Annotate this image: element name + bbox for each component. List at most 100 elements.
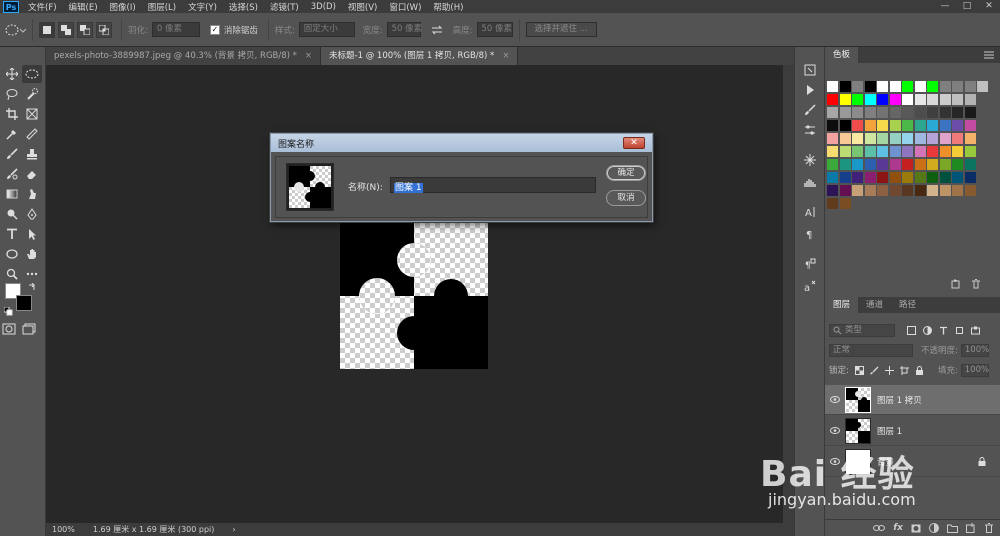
tab-pexels-photo[interactable]: pexels-photo-3889987.jpeg @ 40.3% (背景 拷贝… bbox=[46, 47, 322, 65]
color-swatch[interactable] bbox=[889, 159, 901, 170]
character-icon[interactable]: A bbox=[800, 203, 820, 221]
stamp-tool-icon[interactable] bbox=[22, 145, 42, 163]
color-swatch[interactable] bbox=[902, 120, 913, 131]
color-swatch[interactable] bbox=[877, 133, 888, 144]
background-color-swatch[interactable] bbox=[16, 295, 32, 311]
adjustments-icon[interactable] bbox=[800, 121, 820, 139]
color-swatch[interactable] bbox=[964, 81, 976, 92]
glyphs-icon[interactable]: a bbox=[800, 277, 820, 295]
asterisk-icon[interactable] bbox=[800, 151, 820, 169]
color-swatch[interactable] bbox=[914, 146, 926, 157]
color-swatch[interactable] bbox=[827, 107, 838, 118]
color-swatch[interactable] bbox=[927, 81, 938, 92]
color-swatch[interactable] bbox=[889, 94, 901, 105]
color-swatch[interactable] bbox=[864, 172, 876, 183]
color-swatch[interactable] bbox=[914, 185, 926, 196]
layer-kind-filter[interactable]: 类型 bbox=[829, 323, 895, 337]
close-tab-icon[interactable]: × bbox=[305, 51, 312, 61]
color-swatch[interactable] bbox=[939, 107, 951, 118]
group-icon[interactable] bbox=[947, 524, 958, 533]
color-swatch[interactable] bbox=[914, 172, 926, 183]
tab-layers[interactable]: 图层 bbox=[825, 297, 859, 313]
color-swatch[interactable] bbox=[864, 120, 876, 131]
color-swatch[interactable] bbox=[839, 172, 851, 183]
color-swatch[interactable] bbox=[889, 146, 901, 157]
lock-artboard-icon[interactable] bbox=[899, 365, 909, 375]
color-swatch[interactable] bbox=[902, 185, 913, 196]
color-swatch[interactable] bbox=[839, 94, 851, 105]
blend-mode-select[interactable]: 正常 bbox=[829, 343, 913, 357]
color-swatch[interactable] bbox=[877, 94, 888, 105]
play-action-icon[interactable] bbox=[800, 81, 820, 99]
layer-name[interactable]: 图层 1 bbox=[877, 425, 902, 437]
cancel-button[interactable]: 取消 bbox=[606, 190, 646, 206]
document-canvas[interactable] bbox=[340, 223, 488, 369]
color-swatch[interactable] bbox=[964, 94, 976, 105]
color-swatch[interactable] bbox=[952, 120, 963, 131]
color-swatch[interactable] bbox=[927, 146, 938, 157]
link-icon[interactable] bbox=[873, 524, 886, 532]
swap-dimensions-icon[interactable] bbox=[431, 25, 443, 35]
histogram-icon[interactable] bbox=[800, 173, 820, 191]
color-swatch[interactable] bbox=[964, 172, 976, 183]
color-swatch[interactable] bbox=[927, 133, 938, 144]
ruler-tool-icon[interactable] bbox=[22, 125, 42, 143]
color-swatch[interactable] bbox=[964, 133, 976, 144]
color-swatch[interactable] bbox=[827, 159, 838, 170]
zoom-tool-icon[interactable] bbox=[2, 265, 22, 283]
lock-pixels-icon[interactable] bbox=[870, 366, 879, 375]
menu-select[interactable]: 选择(S) bbox=[229, 1, 258, 13]
color-swatch[interactable] bbox=[827, 94, 838, 105]
close-window-button[interactable]: ✕ bbox=[978, 0, 1000, 12]
opacity-input[interactable]: 100% bbox=[960, 343, 989, 357]
lock-position-icon[interactable] bbox=[884, 365, 894, 375]
color-swatch[interactable] bbox=[864, 146, 876, 157]
eraser-tool-icon[interactable] bbox=[22, 165, 42, 183]
color-swatch[interactable] bbox=[939, 133, 951, 144]
color-swatch[interactable] bbox=[839, 133, 851, 144]
color-swatch[interactable] bbox=[952, 146, 963, 157]
adjustment-filter-icon[interactable] bbox=[923, 325, 932, 335]
pen-tool-icon[interactable] bbox=[22, 205, 42, 223]
color-swatch[interactable] bbox=[864, 81, 876, 92]
color-swatch[interactable] bbox=[902, 172, 913, 183]
smart-object-filter-icon[interactable] bbox=[971, 326, 980, 335]
antialias-checkbox[interactable]: ✓ bbox=[209, 24, 220, 35]
color-swatch[interactable] bbox=[902, 107, 913, 118]
screen-mode-icon[interactable] bbox=[22, 323, 36, 335]
color-swatch[interactable] bbox=[939, 172, 951, 183]
status-arrow-icon[interactable]: › bbox=[232, 525, 235, 534]
color-swatch[interactable] bbox=[864, 133, 876, 144]
layer-row[interactable]: 图层 1 拷贝 bbox=[825, 385, 1000, 415]
tab-channels[interactable]: 通道 bbox=[858, 297, 891, 313]
close-tab-icon[interactable]: × bbox=[502, 51, 509, 61]
color-swatch[interactable] bbox=[877, 146, 888, 157]
color-swatch[interactable] bbox=[852, 120, 863, 131]
lock-transparency-icon[interactable] bbox=[854, 365, 864, 375]
tab-paths[interactable]: 路径 bbox=[891, 297, 924, 313]
color-swatch[interactable] bbox=[839, 81, 851, 92]
menu-view[interactable]: 视图(V) bbox=[348, 1, 377, 13]
menu-window[interactable]: 窗口(W) bbox=[389, 1, 421, 13]
tab-untitled-1[interactable]: 未标题-1 @ 100% (图层 1 拷贝, RGB/8) * × bbox=[321, 47, 519, 65]
layer-row[interactable]: 图层 1 bbox=[825, 416, 1000, 446]
add-selection-icon[interactable] bbox=[58, 21, 74, 38]
color-swatch[interactable] bbox=[827, 120, 838, 131]
color-swatch[interactable] bbox=[964, 120, 976, 131]
color-swatch[interactable] bbox=[914, 159, 926, 170]
quick-mask-icon[interactable] bbox=[2, 323, 16, 335]
new-swatch-icon[interactable] bbox=[951, 279, 961, 289]
eyedropper-tool-icon[interactable] bbox=[2, 125, 22, 143]
color-swatch[interactable] bbox=[839, 120, 851, 131]
color-swatch[interactable] bbox=[864, 185, 876, 196]
lock-all-icon[interactable] bbox=[915, 365, 924, 375]
ok-button[interactable]: 确定 bbox=[606, 165, 646, 181]
dialog-close-button[interactable]: ✕ bbox=[623, 137, 645, 149]
color-swatch[interactable] bbox=[839, 198, 851, 209]
color-swatch[interactable] bbox=[977, 81, 988, 92]
new-layer-icon[interactable] bbox=[966, 523, 976, 533]
menu-layer[interactable]: 图层(L) bbox=[148, 1, 176, 13]
color-swatch[interactable] bbox=[889, 185, 901, 196]
fx-icon[interactable]: fx bbox=[893, 523, 903, 533]
menu-help[interactable]: 帮助(H) bbox=[433, 1, 463, 13]
